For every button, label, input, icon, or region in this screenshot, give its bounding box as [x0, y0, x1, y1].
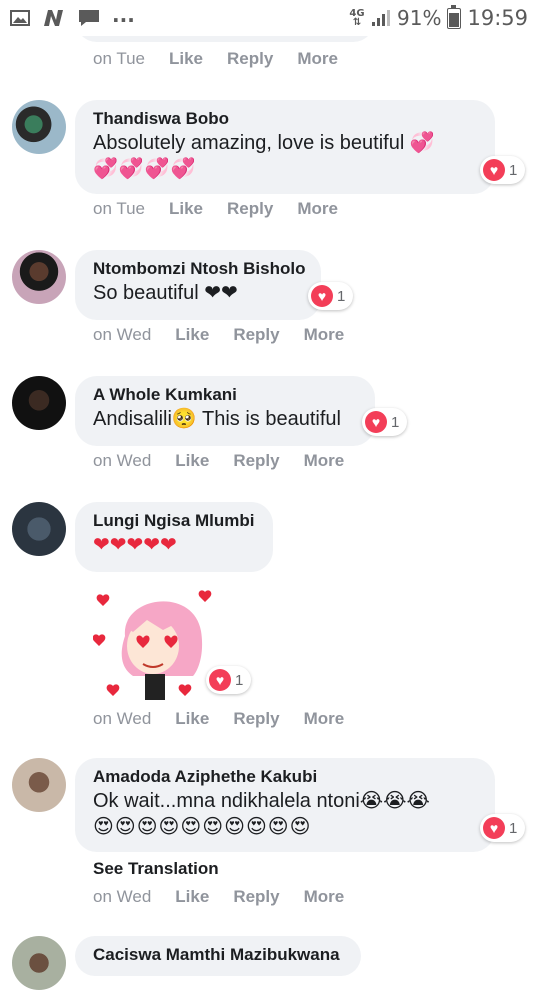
- comment-bubble: Ntombomzi Ntosh Bisholo So beautiful ❤❤: [75, 250, 321, 320]
- comment-bubble: Caciswa Mamthi Mazibukwana: [75, 936, 361, 976]
- reaction-count: 1: [235, 671, 244, 689]
- love-reaction-icon: ♥: [483, 817, 505, 839]
- reply-button[interactable]: Reply: [233, 709, 279, 729]
- reaction-count: 1: [509, 819, 518, 837]
- comment-time: on Tue: [93, 199, 145, 218]
- love-reaction-icon: ♥: [311, 285, 333, 307]
- avatar[interactable]: [12, 250, 66, 304]
- more-button[interactable]: More: [304, 709, 345, 729]
- avatar[interactable]: [12, 100, 66, 154]
- comment-text: Absolutely amazing, love is beutiful 💞: [93, 132, 435, 154]
- love-reaction-icon: ♥: [483, 159, 505, 181]
- chat-icon: [79, 10, 99, 26]
- gallery-icon: [10, 10, 30, 26]
- more-button[interactable]: More: [297, 49, 338, 69]
- heart-eyes-girl-sticker: [93, 590, 212, 700]
- like-button[interactable]: Like: [175, 325, 209, 345]
- more-button[interactable]: More: [304, 325, 345, 345]
- reply-button[interactable]: Reply: [227, 199, 273, 219]
- status-bar: ... 4G ⇅ 91% 19:59: [0, 0, 540, 36]
- more-button[interactable]: More: [304, 887, 345, 907]
- comment-actions: on Wed Like Reply More: [93, 887, 368, 907]
- n-app-icon: [44, 10, 63, 26]
- comment-text: Andisalili🥺 This is beautiful: [93, 408, 341, 430]
- comment-bubble: Amadoda Aziphethe Kakubi Ok wait...mna n…: [75, 758, 495, 852]
- reaction-count: 1: [391, 413, 400, 431]
- comment-actions: on Wed Like Reply More: [93, 451, 368, 471]
- reaction-badge[interactable]: ♥ 1: [362, 408, 408, 436]
- reaction-badge[interactable]: ♥ 1: [206, 666, 252, 694]
- see-translation-link[interactable]: See Translation: [93, 859, 219, 879]
- comment-author[interactable]: Caciswa Mamthi Mazibukwana: [93, 944, 343, 966]
- reaction-count: 1: [509, 161, 518, 179]
- comment-time: on Wed: [93, 887, 152, 906]
- comment-author[interactable]: Lungi Ngisa Mlumbi: [93, 510, 255, 532]
- reply-button[interactable]: Reply: [233, 887, 279, 907]
- comment-time: on Tue: [93, 49, 145, 68]
- status-bar-right: 4G ⇅ 91% 19:59: [349, 4, 528, 31]
- comment-author[interactable]: Amadoda Aziphethe Kakubi: [93, 766, 477, 788]
- data-arrows-icon: ⇅: [352, 17, 362, 28]
- love-reaction-icon: ♥: [209, 669, 231, 691]
- comment-time: on Wed: [93, 325, 152, 344]
- reaction-count: 1: [337, 287, 346, 305]
- avatar[interactable]: [12, 502, 66, 556]
- reply-button[interactable]: Reply: [233, 325, 279, 345]
- reaction-badge[interactable]: ♥ 1: [308, 282, 354, 310]
- battery-icon: [447, 4, 462, 29]
- comment-actions: on Wed Like Reply More: [93, 325, 368, 345]
- clock: 19:59: [467, 6, 528, 30]
- comment-emoji-line: 💞💞💞💞: [93, 158, 197, 180]
- avatar[interactable]: [12, 376, 66, 430]
- love-reaction-icon: ♥: [365, 411, 387, 433]
- comment-actions: on Tue Like Reply More: [93, 199, 362, 219]
- like-button[interactable]: Like: [169, 49, 203, 69]
- reaction-badge[interactable]: ♥ 1: [480, 814, 526, 842]
- more-notifications: ...: [112, 3, 135, 27]
- comment-bubble: Thandiswa Bobo Absolutely amazing, love …: [75, 100, 495, 194]
- comment-actions: on Wed Like Reply More: [93, 709, 368, 729]
- like-button[interactable]: Like: [169, 199, 203, 219]
- comment-actions: on Tue Like Reply More: [93, 49, 362, 69]
- like-button[interactable]: Like: [175, 709, 209, 729]
- comment-text: Ok wait...mna ndikhalela ntoni😭😭😭: [93, 790, 430, 812]
- like-button[interactable]: Like: [175, 451, 209, 471]
- avatar[interactable]: [12, 936, 66, 990]
- reply-button[interactable]: Reply: [233, 451, 279, 471]
- like-button[interactable]: Like: [175, 887, 209, 907]
- more-button[interactable]: More: [304, 451, 345, 471]
- battery-level: [449, 12, 460, 27]
- battery-percent: 91%: [397, 6, 442, 30]
- comment-text: So beautiful ❤❤: [93, 282, 238, 304]
- comment-author[interactable]: A Whole Kumkani: [93, 384, 357, 406]
- more-button[interactable]: More: [297, 199, 338, 219]
- comment-text: ❤❤❤❤❤: [93, 534, 177, 556]
- comment-author[interactable]: Ntombomzi Ntosh Bisholo: [93, 258, 305, 280]
- comment-bubble: A Whole Kumkani Andisalili🥺 This is beau…: [75, 376, 375, 446]
- comment-emoji-line: 😍😍😍😍😍😍😍😍😍😍: [93, 816, 312, 838]
- comment-time: on Wed: [93, 709, 152, 728]
- avatar[interactable]: [12, 758, 66, 812]
- signal-icon: [372, 10, 391, 26]
- reaction-badge[interactable]: ♥ 1: [480, 156, 526, 184]
- reply-button[interactable]: Reply: [227, 49, 273, 69]
- comment-bubble: Lungi Ngisa Mlumbi ❤❤❤❤❤: [75, 502, 273, 572]
- status-bar-left: ...: [10, 3, 135, 29]
- comment-time: on Wed: [93, 451, 152, 470]
- comment-author[interactable]: Thandiswa Bobo: [93, 108, 477, 130]
- network-indicator: 4G ⇅: [349, 9, 365, 28]
